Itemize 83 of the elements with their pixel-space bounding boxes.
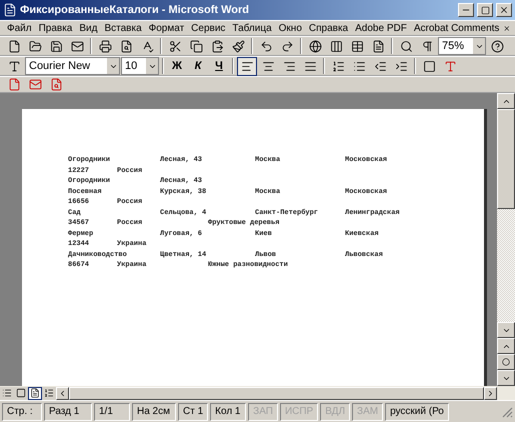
redo-icon bbox=[280, 40, 294, 52]
view-button[interactable] bbox=[0, 386, 14, 400]
window-title: ФиксированныеКаталоги - Microsoft Word bbox=[20, 4, 250, 16]
pdf-review-icon bbox=[50, 78, 62, 91]
resize-grip-icon bbox=[501, 406, 513, 418]
decrease-indent-icon bbox=[374, 60, 386, 72]
minimize-button[interactable] bbox=[458, 3, 474, 17]
view-button[interactable] bbox=[14, 386, 28, 400]
status-field: Стр. : bbox=[2, 402, 42, 420]
status-field: русский (Ро bbox=[385, 402, 449, 420]
open-folder-icon bbox=[28, 40, 42, 52]
undo-icon bbox=[260, 40, 272, 52]
view-button[interactable] bbox=[28, 386, 42, 400]
scroll-thumb[interactable] bbox=[497, 109, 515, 209]
print-preview-icon bbox=[120, 40, 132, 52]
menu-item[interactable]: Acrobat Comments bbox=[410, 22, 502, 34]
align-right-icon bbox=[282, 60, 296, 72]
menu-item[interactable]: Вид bbox=[76, 22, 100, 34]
printer-icon bbox=[98, 40, 112, 52]
previous-page-button[interactable] bbox=[497, 338, 515, 354]
save-icon bbox=[50, 40, 62, 52]
menu-item[interactable]: Правка bbox=[36, 22, 76, 34]
increase-indent-icon bbox=[394, 60, 408, 72]
table-icon bbox=[350, 40, 364, 52]
menu-item[interactable]: Вставка bbox=[101, 22, 145, 34]
mail-icon bbox=[70, 40, 84, 52]
paste-icon bbox=[210, 40, 224, 52]
next-page-button[interactable] bbox=[497, 370, 515, 386]
globe-icon bbox=[308, 40, 322, 52]
scroll-left-button[interactable] bbox=[56, 386, 69, 400]
close-button[interactable] bbox=[496, 3, 512, 17]
zoom-dropdown[interactable]: 75% bbox=[438, 37, 486, 55]
align-justify-icon bbox=[304, 60, 316, 72]
circle-icon bbox=[502, 358, 510, 366]
status-field: Разд 1 bbox=[44, 402, 92, 420]
menu-item[interactable]: Таблица bbox=[229, 22, 275, 34]
align-button[interactable] bbox=[237, 56, 257, 76]
menu-item[interactable]: Справка bbox=[306, 22, 352, 34]
font-size-dropdown[interactable]: 10 bbox=[121, 57, 159, 75]
page-icon bbox=[30, 388, 40, 398]
styles-icon bbox=[8, 60, 20, 72]
scissors-icon bbox=[168, 40, 182, 52]
square-icon bbox=[16, 388, 26, 398]
menu-item[interactable]: Сервис bbox=[188, 22, 228, 34]
new-document-icon bbox=[8, 40, 20, 52]
scroll-down-button[interactable] bbox=[497, 322, 515, 338]
align-center-icon bbox=[262, 60, 274, 72]
scroll-up-button[interactable] bbox=[497, 93, 515, 109]
font-dropdown[interactable]: Courier New bbox=[25, 57, 120, 75]
help-icon bbox=[490, 40, 504, 52]
align-left-icon bbox=[240, 60, 254, 72]
font-style-button[interactable]: Ч bbox=[209, 56, 229, 76]
pilcrow-icon bbox=[420, 40, 434, 52]
border-icon bbox=[422, 60, 436, 72]
menu-item[interactable]: Формат bbox=[146, 22, 188, 34]
menu-item[interactable]: Окно bbox=[276, 22, 305, 34]
status-field: На 2см bbox=[132, 402, 176, 420]
horizontal-scroll-thumb[interactable] bbox=[69, 386, 484, 400]
maximize-icon bbox=[480, 6, 490, 14]
document-icon bbox=[372, 40, 384, 52]
status-field: 1/1 bbox=[94, 402, 130, 420]
columns-icon bbox=[330, 40, 342, 52]
menu-item[interactable]: Adobe PDF bbox=[352, 22, 410, 34]
status-field: Ст 1 bbox=[178, 402, 208, 420]
close-icon bbox=[499, 5, 509, 15]
font-style-button[interactable]: К bbox=[188, 56, 208, 76]
menu-item[interactable]: Файл bbox=[4, 22, 35, 34]
copy-icon bbox=[190, 40, 202, 52]
pdf-mail-icon bbox=[28, 78, 42, 91]
numbered-list-icon bbox=[44, 388, 54, 398]
search-icon bbox=[400, 40, 412, 52]
pdf-icon bbox=[8, 78, 20, 91]
font-color-icon bbox=[444, 60, 456, 72]
paintbrush-icon bbox=[232, 40, 244, 52]
view-button[interactable] bbox=[42, 386, 56, 400]
word-document-icon bbox=[3, 3, 17, 17]
maximize-button[interactable] bbox=[477, 3, 493, 17]
list-icon bbox=[2, 388, 12, 398]
status-field: Кол 1 bbox=[210, 402, 246, 420]
numbered-list-icon bbox=[332, 60, 344, 72]
browse-object-button[interactable] bbox=[497, 354, 515, 370]
scroll-right-button[interactable] bbox=[484, 386, 497, 400]
font-style-button[interactable]: Ж bbox=[167, 56, 187, 76]
